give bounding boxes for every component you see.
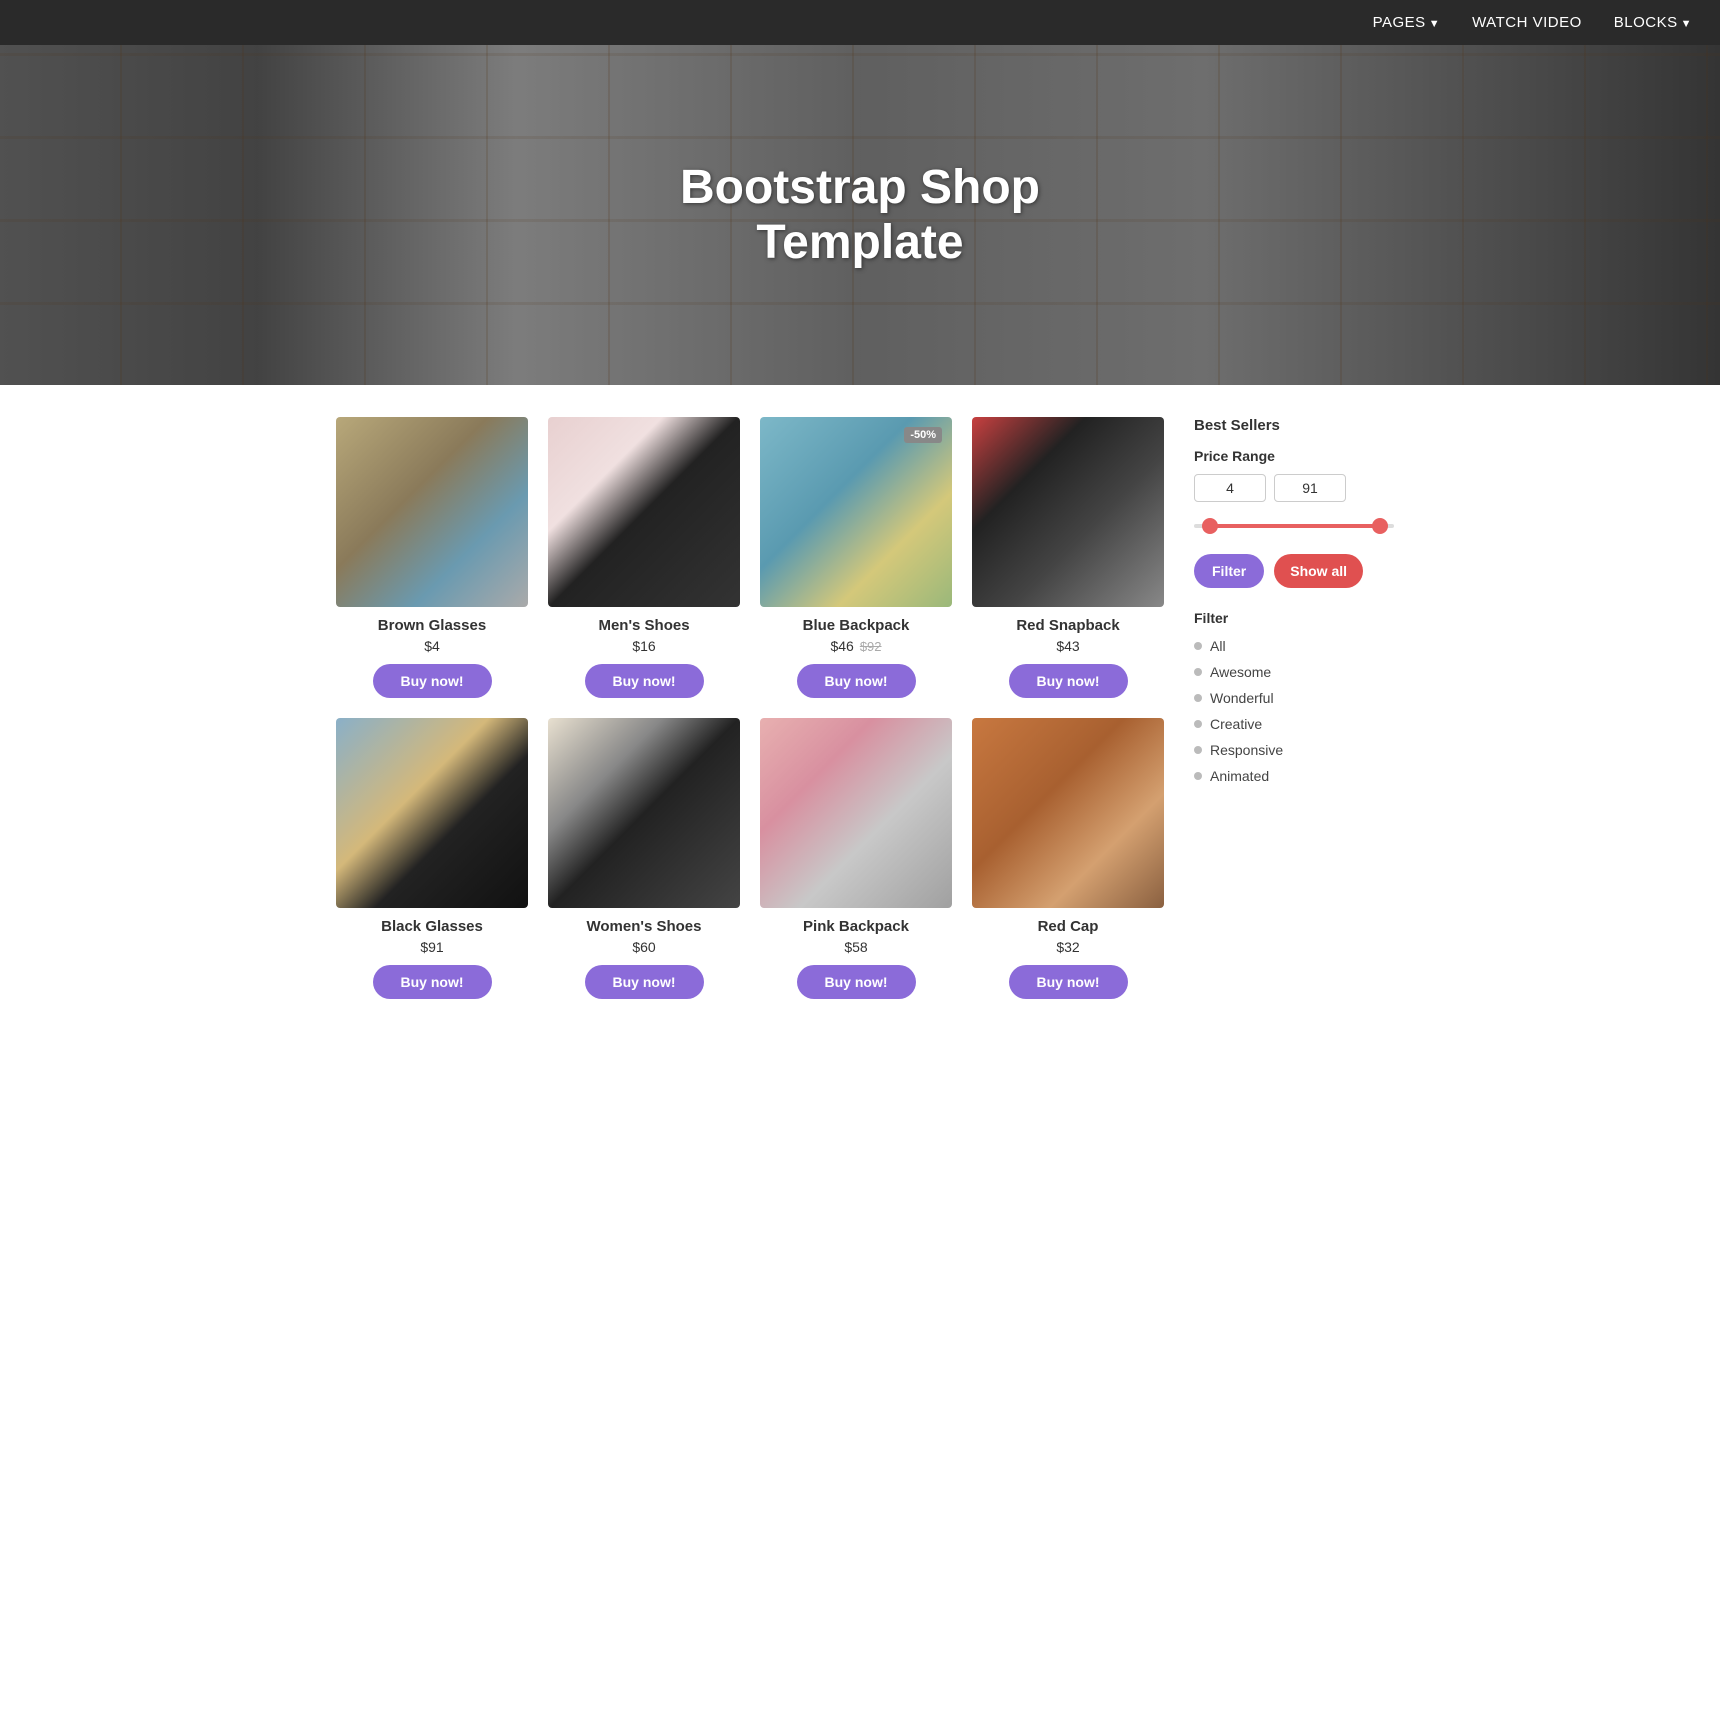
buy-button-pink-backpack[interactable]: Buy now! xyxy=(797,965,916,999)
product-price-womens-shoes: $60 xyxy=(632,939,655,955)
hero-section: Bootstrap Shop Template xyxy=(0,45,1720,385)
product-image-bg-red-snapback xyxy=(972,417,1164,607)
filter-dot-wonderful xyxy=(1194,694,1202,702)
filter-title: Filter xyxy=(1194,610,1394,626)
filter-item-wonderful[interactable]: Wonderful xyxy=(1194,690,1394,706)
product-image-red-snapback xyxy=(972,417,1164,607)
product-original-price-blue-backpack: $92 xyxy=(860,639,882,654)
product-card-pink-backpack: Pink Backpack $58 Buy now! xyxy=(750,718,962,1019)
product-price-red-cap: $32 xyxy=(1056,939,1079,955)
price-range-inputs xyxy=(1194,474,1394,502)
show-all-button[interactable]: Show all xyxy=(1274,554,1363,588)
product-name-brown-glasses: Brown Glasses xyxy=(378,617,486,634)
nav-watch-video[interactable]: WATCH VIDEO xyxy=(1472,14,1582,31)
product-image-bg-mens-shoes xyxy=(548,417,740,607)
product-image-pink-backpack xyxy=(760,718,952,908)
range-fill xyxy=(1204,524,1384,528)
filter-dot-awesome xyxy=(1194,668,1202,676)
product-card-brown-glasses: Brown Glasses $4 Buy now! xyxy=(326,417,538,718)
product-image-womens-shoes xyxy=(548,718,740,908)
range-thumb-right[interactable] xyxy=(1372,518,1388,534)
sidebar: Best Sellers Price Range Filter Show all… xyxy=(1194,417,1394,1019)
product-name-pink-backpack: Pink Backpack xyxy=(803,918,909,935)
product-card-blue-backpack: -50% Blue Backpack $46$92 Buy now! xyxy=(750,417,962,718)
filter-label-responsive: Responsive xyxy=(1210,742,1283,758)
filter-label-creative: Creative xyxy=(1210,716,1262,732)
filter-dot-animated xyxy=(1194,772,1202,780)
price-range-label: Price Range xyxy=(1194,448,1394,464)
product-image-bg-red-cap xyxy=(972,718,1164,908)
product-image-bg-blue-backpack xyxy=(760,417,952,607)
product-price-black-glasses: $91 xyxy=(420,939,443,955)
range-thumb-left[interactable] xyxy=(1202,518,1218,534)
product-image-black-glasses xyxy=(336,718,528,908)
product-image-mens-shoes xyxy=(548,417,740,607)
nav-pages[interactable]: PAGES▼ xyxy=(1373,14,1440,31)
product-price-red-snapback: $43 xyxy=(1056,638,1079,654)
product-name-red-cap: Red Cap xyxy=(1038,918,1099,935)
product-name-blue-backpack: Blue Backpack xyxy=(803,617,910,634)
discount-badge-blue-backpack: -50% xyxy=(904,427,942,443)
nav-blocks[interactable]: BLOCKS▼ xyxy=(1614,14,1692,31)
filter-button[interactable]: Filter xyxy=(1194,554,1264,588)
filter-list: All Awesome Wonderful Creative Responsive Ani… xyxy=(1194,638,1394,784)
sidebar-buttons: Filter Show all xyxy=(1194,554,1394,588)
buy-button-womens-shoes[interactable]: Buy now! xyxy=(585,965,704,999)
buy-button-blue-backpack[interactable]: Buy now! xyxy=(797,664,916,698)
price-max-input[interactable] xyxy=(1274,474,1346,502)
product-card-red-cap: Red Cap $32 Buy now! xyxy=(962,718,1174,1019)
product-price-mens-shoes: $16 xyxy=(632,638,655,654)
filter-label-awesome: Awesome xyxy=(1210,664,1271,680)
filter-label-all: All xyxy=(1210,638,1226,654)
product-card-womens-shoes: Women's Shoes $60 Buy now! xyxy=(538,718,750,1019)
filter-dot-responsive xyxy=(1194,746,1202,754)
buy-button-brown-glasses[interactable]: Buy now! xyxy=(373,664,492,698)
hero-title: Bootstrap Shop Template xyxy=(680,160,1040,270)
product-price-brown-glasses: $4 xyxy=(424,638,440,654)
product-image-bg-womens-shoes xyxy=(548,718,740,908)
filter-item-creative[interactable]: Creative xyxy=(1194,716,1394,732)
sidebar-section-title: Best Sellers xyxy=(1194,417,1394,434)
products-grid: Brown Glasses $4 Buy now! Men's Shoes $16 Buy… xyxy=(326,417,1174,1019)
product-card-black-glasses: Black Glasses $91 Buy now! xyxy=(326,718,538,1019)
filter-item-responsive[interactable]: Responsive xyxy=(1194,742,1394,758)
filter-item-animated[interactable]: Animated xyxy=(1194,768,1394,784)
product-price-pink-backpack: $58 xyxy=(844,939,867,955)
buy-button-black-glasses[interactable]: Buy now! xyxy=(373,965,492,999)
product-image-bg-black-glasses xyxy=(336,718,528,908)
product-name-womens-shoes: Women's Shoes xyxy=(587,918,702,935)
filter-label-animated: Animated xyxy=(1210,768,1269,784)
buy-button-red-cap[interactable]: Buy now! xyxy=(1009,965,1128,999)
filter-dot-creative xyxy=(1194,720,1202,728)
filter-item-awesome[interactable]: Awesome xyxy=(1194,664,1394,680)
buy-button-mens-shoes[interactable]: Buy now! xyxy=(585,664,704,698)
product-image-bg-pink-backpack xyxy=(760,718,952,908)
product-name-mens-shoes: Men's Shoes xyxy=(598,617,689,634)
product-image-brown-glasses xyxy=(336,417,528,607)
product-image-blue-backpack: -50% xyxy=(760,417,952,607)
buy-button-red-snapback[interactable]: Buy now! xyxy=(1009,664,1128,698)
navbar: PAGES▼ WATCH VIDEO BLOCKS▼ xyxy=(0,0,1720,45)
product-card-mens-shoes: Men's Shoes $16 Buy now! xyxy=(538,417,750,718)
product-name-black-glasses: Black Glasses xyxy=(381,918,483,935)
price-min-input[interactable] xyxy=(1194,474,1266,502)
product-name-red-snapback: Red Snapback xyxy=(1016,617,1119,634)
filter-item-all[interactable]: All xyxy=(1194,638,1394,654)
product-price-blue-backpack: $46$92 xyxy=(830,638,881,654)
product-card-red-snapback: Red Snapback $43 Buy now! xyxy=(962,417,1174,718)
product-image-bg-brown-glasses xyxy=(336,417,528,607)
filter-dot-all xyxy=(1194,642,1202,650)
product-image-red-cap xyxy=(972,718,1164,908)
range-slider[interactable] xyxy=(1194,516,1394,536)
filter-label-wonderful: Wonderful xyxy=(1210,690,1274,706)
main-layout: Brown Glasses $4 Buy now! Men's Shoes $16 Buy… xyxy=(310,385,1410,1051)
